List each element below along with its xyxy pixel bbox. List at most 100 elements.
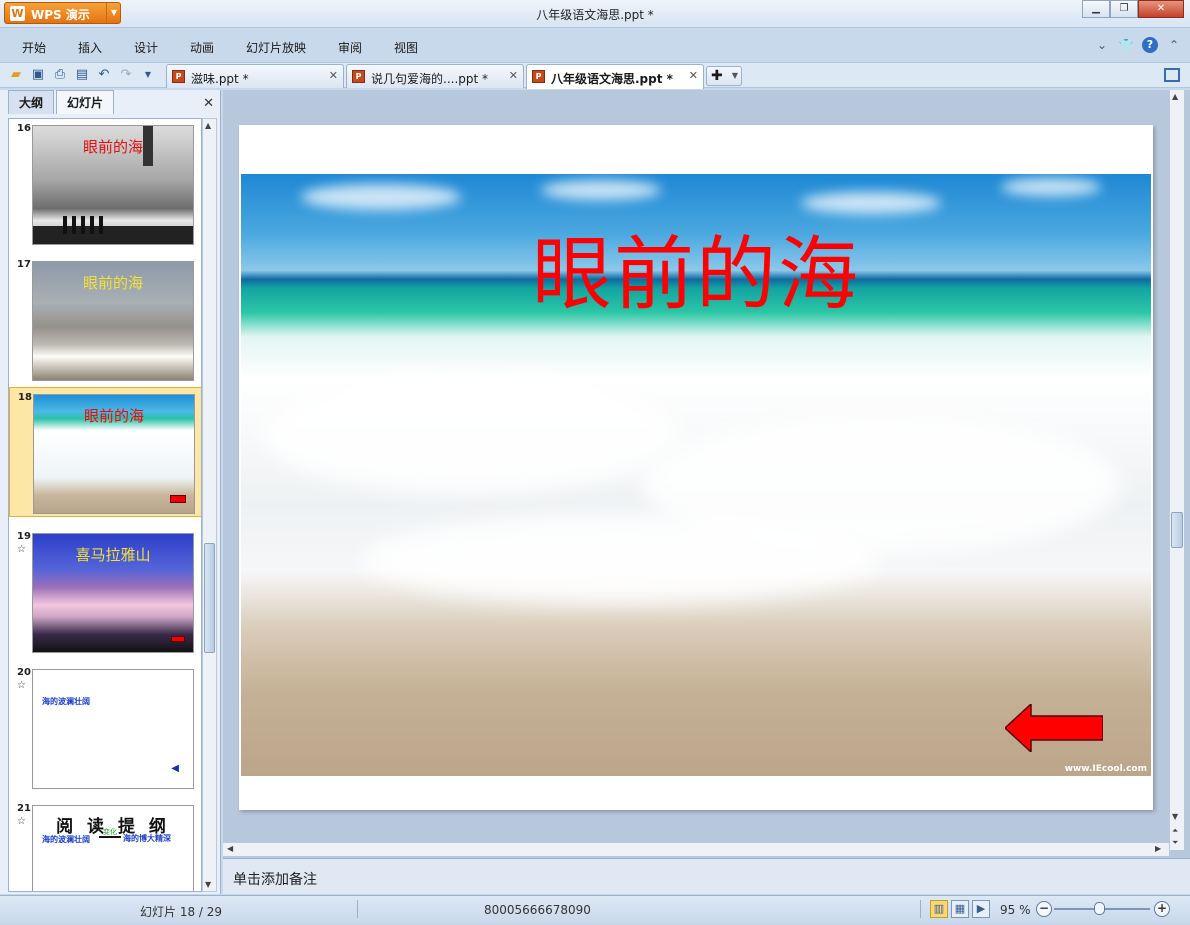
slides-panel: 大纲 幻灯片 ✕ 16 眼前的海 17 眼前的海 18 眼前的海 19 ☆ 喜马… xyxy=(0,90,221,894)
window-layout-icon[interactable] xyxy=(1164,68,1180,82)
slide-thumbnail-17[interactable]: 17 眼前的海 xyxy=(9,255,201,383)
scroll-left-icon[interactable]: ◀ xyxy=(227,844,233,853)
thumb-text: 变化 xyxy=(99,828,121,838)
maximize-button[interactable]: ❐ xyxy=(1110,0,1138,18)
window-title: 八年级语文海思.ppt * xyxy=(536,8,654,22)
scroll-up-icon[interactable]: ▲ xyxy=(205,121,211,130)
normal-view-button[interactable]: ▥ xyxy=(930,900,948,918)
foam-shape xyxy=(261,374,681,494)
menu-item-start[interactable]: 开始 xyxy=(22,39,46,56)
animation-star-icon: ☆ xyxy=(17,680,26,691)
slide-title[interactable]: 眼前的海 xyxy=(241,210,1151,326)
slide-number: 17 xyxy=(17,259,31,270)
menu-item-view[interactable]: 视图 xyxy=(394,39,418,56)
slide-number: 18 xyxy=(18,392,32,403)
close-tab-icon[interactable]: ✕ xyxy=(509,69,518,82)
scroll-right-icon[interactable]: ▶ xyxy=(1155,844,1161,853)
new-tab-button[interactable]: ✚ ▼ xyxy=(706,66,742,86)
slide-thumbnail-16[interactable]: 16 眼前的海 xyxy=(9,119,201,247)
redo-icon[interactable]: ↷ xyxy=(116,66,136,84)
menu-bar: 开始 插入 设计 动画 幻灯片放映 审阅 视图 ⌄ 👕 ? ⌃ xyxy=(0,34,1190,58)
slide-sorter-button[interactable]: ▦ xyxy=(951,900,969,918)
slide-number: 16 xyxy=(17,123,31,134)
arrow-left-icon[interactable] xyxy=(1005,704,1103,752)
notes-placeholder[interactable]: 单击添加备注 xyxy=(233,869,317,889)
ppt-file-icon: P xyxy=(532,70,545,83)
ppt-file-icon: P xyxy=(352,70,365,83)
window-controls: ▁ ❐ ✕ xyxy=(1082,0,1184,20)
editor-horizontal-scrollbar[interactable]: ◀ ▶ xyxy=(223,842,1169,856)
divider xyxy=(920,900,921,918)
scroll-thumb[interactable] xyxy=(204,543,215,653)
scroll-down-icon[interactable]: ▼ xyxy=(205,880,211,889)
scroll-up-icon[interactable]: ▲ xyxy=(1172,92,1178,101)
close-button[interactable]: ✕ xyxy=(1138,0,1184,18)
slide-thumbnail-21[interactable]: 21 ☆ 阅 读 提 纲 海的波澜壮阔 变化 海的博大精深 xyxy=(9,799,201,891)
animation-star-icon: ☆ xyxy=(17,544,26,555)
close-tab-icon[interactable]: ✕ xyxy=(689,69,698,82)
tab-document-1[interactable]: P 滋味.ppt * ✕ xyxy=(166,64,344,88)
thumb-text: 海的波澜壮阔 xyxy=(42,697,90,706)
menu-item-design[interactable]: 设计 xyxy=(134,39,158,56)
tab-label: 滋味.ppt * xyxy=(191,72,249,86)
zoom-out-button[interactable]: − xyxy=(1036,901,1052,917)
scroll-thumb[interactable] xyxy=(1171,512,1183,548)
zoom-level: 95 % xyxy=(1000,903,1031,917)
zoom-slider-handle[interactable] xyxy=(1094,902,1105,915)
menu-item-insert[interactable]: 插入 xyxy=(78,39,102,56)
menu-item-slideshow[interactable]: 幻灯片放映 xyxy=(246,39,306,56)
rock-image xyxy=(33,226,193,244)
cloud-shape xyxy=(541,180,661,200)
prev-slide-icon[interactable]: ⏶ xyxy=(1172,826,1178,836)
editor-vertical-scrollbar[interactable]: ▲ ▼ ⏶ ⏷ xyxy=(1169,90,1184,850)
undo-icon[interactable]: ↶ xyxy=(94,66,114,84)
slide-number: 19 xyxy=(17,531,31,542)
status-bar: 幻灯片 18 / 29 80005666678090 ▥ ▦ ▶ 95 % − … xyxy=(0,895,1190,925)
thumb-title: 喜马拉雅山 xyxy=(75,546,151,564)
foam-shape xyxy=(361,514,881,604)
zoom-in-button[interactable]: + xyxy=(1154,901,1170,917)
print-preview-icon[interactable]: ▤ xyxy=(72,66,92,84)
watermark: www.IEcool.com xyxy=(1064,764,1147,774)
tab-document-2[interactable]: P 说几句爱海的....ppt * ✕ xyxy=(346,64,524,88)
customize-icon[interactable]: ▼ xyxy=(138,66,158,84)
minimize-button[interactable]: ▁ xyxy=(1082,0,1110,18)
tab-document-3[interactable]: P 八年级语文海思.ppt * ✕ xyxy=(526,64,704,89)
skin-shirt-icon[interactable]: 👕 xyxy=(1118,37,1134,53)
template-id: 80005666678090 xyxy=(484,903,591,917)
current-slide[interactable]: 眼前的海 www.IEcool.com xyxy=(239,125,1153,810)
thumbnails-scrollbar[interactable]: ▲ ▼ xyxy=(202,118,217,892)
slide-thumbnail-20[interactable]: 20 ☆ 海的波澜壮阔 ◀ xyxy=(9,663,201,791)
save-icon[interactable]: ▣ xyxy=(28,66,48,84)
notes-pane[interactable]: 单击添加备注 xyxy=(223,858,1190,894)
people-silhouette-image xyxy=(63,216,108,234)
arrow-left-icon: ◀ xyxy=(171,763,179,774)
open-folder-icon[interactable]: ▰ xyxy=(6,66,26,84)
sea-photo: 眼前的海 www.IEcool.com xyxy=(241,174,1151,776)
slideshow-button[interactable]: ▶ xyxy=(972,900,990,918)
quick-access-toolbar: ▰ ▣ ⎙ ▤ ↶ ↷ ▼ P 滋味.ppt * ✕ P 说几句爱海的....p… xyxy=(0,62,1190,89)
divider xyxy=(357,900,358,918)
tab-slides[interactable]: 幻灯片 xyxy=(56,90,114,114)
thumb-title: 眼前的海 xyxy=(83,407,144,425)
close-tab-icon[interactable]: ✕ xyxy=(329,69,338,82)
menu-item-animation[interactable]: 动画 xyxy=(190,39,214,56)
slide-thumbnail-18[interactable]: 18 眼前的海 xyxy=(9,387,201,517)
arrow-left-icon xyxy=(171,636,185,642)
help-icon[interactable]: ? xyxy=(1142,37,1158,53)
ribbon-collapse-icon[interactable]: ⌃ xyxy=(1166,37,1182,53)
close-panel-icon[interactable]: ✕ xyxy=(203,96,214,111)
next-slide-icon[interactable]: ⏷ xyxy=(1172,838,1178,848)
title-bar: W WPS 演示 ▼ 八年级语文海思.ppt * ▁ ❐ ✕ xyxy=(0,0,1190,28)
chevron-down-icon[interactable]: ⌄ xyxy=(1094,37,1110,53)
thumb-title: 眼前的海 xyxy=(82,274,143,292)
slide-thumbnail-19[interactable]: 19 ☆ 喜马拉雅山 xyxy=(9,527,201,655)
menu-item-review[interactable]: 审阅 xyxy=(338,39,362,56)
slide-preview: 喜马拉雅山 xyxy=(32,533,194,653)
scroll-down-icon[interactable]: ▼ xyxy=(1172,812,1178,821)
print-icon[interactable]: ⎙ xyxy=(50,66,70,84)
thumb-text: 海的波澜壮阔 xyxy=(42,835,90,844)
tab-outline[interactable]: 大纲 xyxy=(8,90,54,114)
tab-label: 说几句爱海的....ppt * xyxy=(371,72,489,86)
chevron-down-icon[interactable]: ▼ xyxy=(732,67,738,85)
